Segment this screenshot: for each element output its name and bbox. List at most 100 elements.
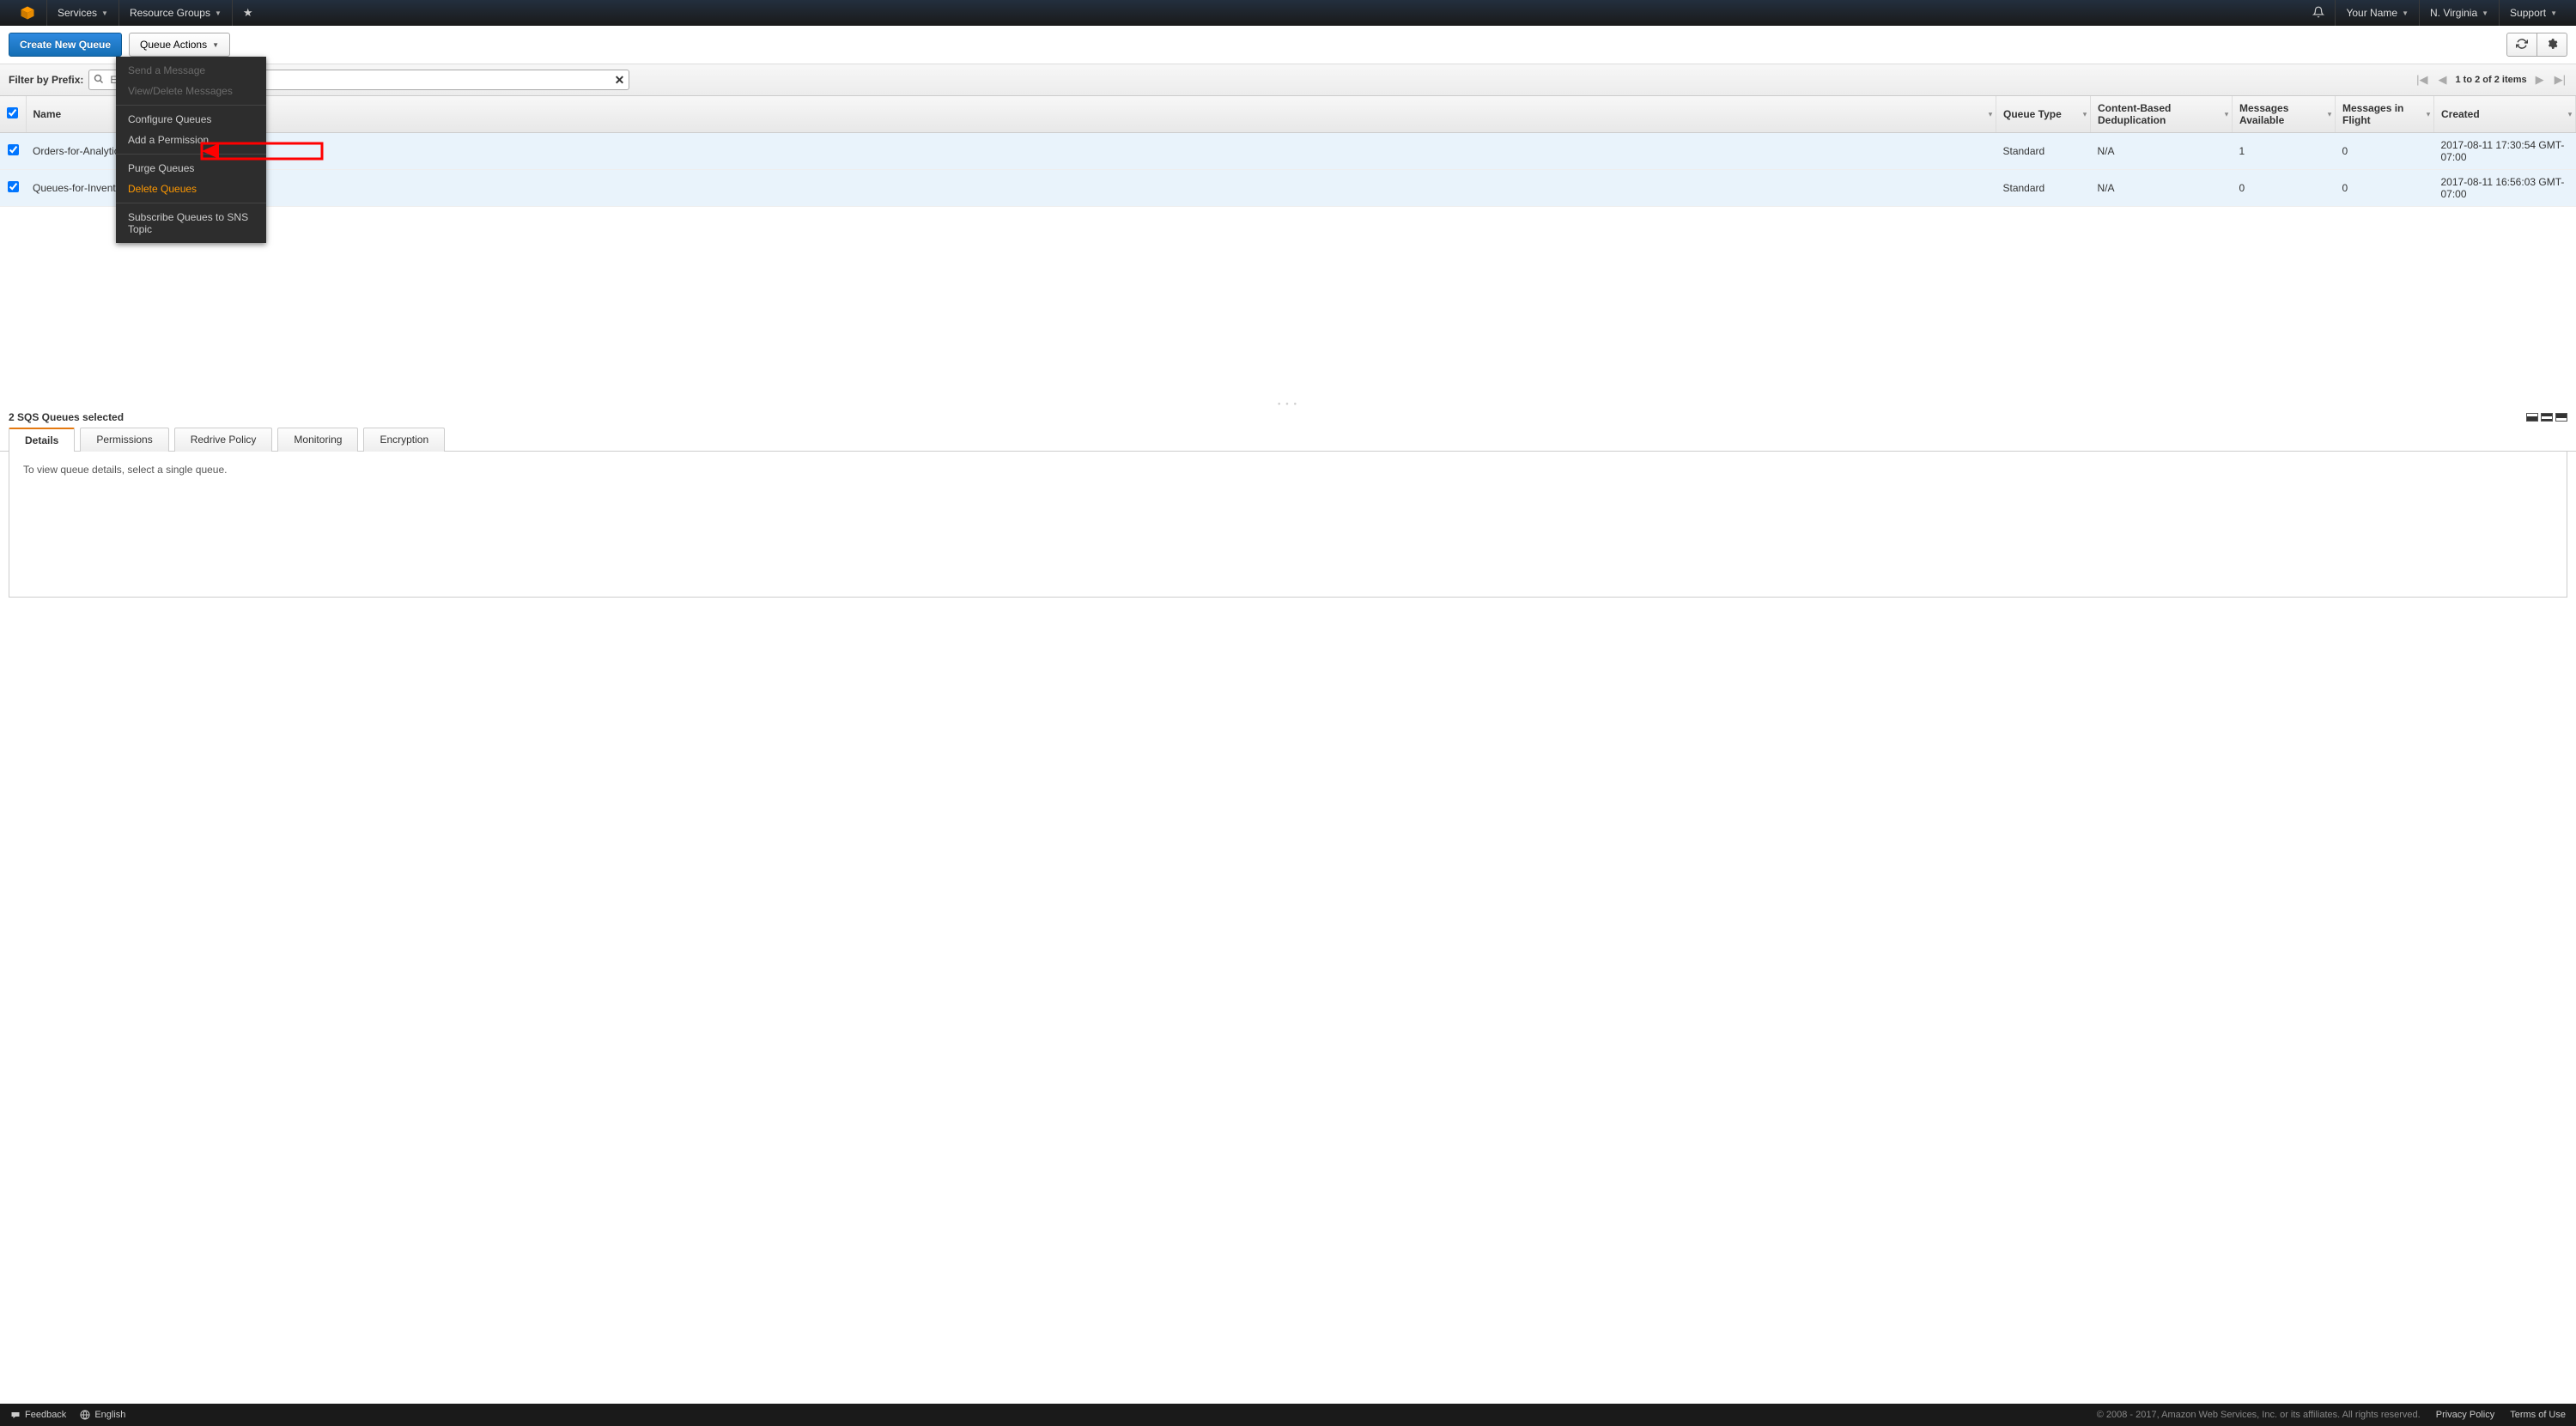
menu-delete-queues[interactable]: Delete Queues bbox=[116, 179, 266, 199]
menu-separator bbox=[116, 105, 266, 106]
refresh-icon bbox=[2516, 38, 2528, 52]
pager-text: 1 to 2 of 2 items bbox=[2455, 75, 2526, 85]
settings-button[interactable] bbox=[2537, 33, 2567, 57]
nav-region[interactable]: N. Virginia ▼ bbox=[2419, 0, 2499, 26]
col-msgs-flight[interactable]: Messages in Flight▾ bbox=[2336, 96, 2434, 133]
menu-view-delete-messages: View/Delete Messages bbox=[116, 81, 266, 101]
tab-monitoring[interactable]: Monitoring bbox=[277, 428, 358, 452]
cell-created: 2017-08-11 17:30:54 GMT-07:00 bbox=[2434, 133, 2576, 170]
globe-icon bbox=[80, 1410, 90, 1420]
col-name[interactable]: Name▾ bbox=[26, 96, 1996, 133]
bell-icon bbox=[2312, 6, 2324, 21]
menu-purge-queues[interactable]: Purge Queues bbox=[116, 158, 266, 179]
nav-resource-groups[interactable]: Resource Groups ▼ bbox=[118, 0, 232, 26]
row-checkbox[interactable] bbox=[8, 181, 19, 192]
cell-cbd: N/A bbox=[2091, 170, 2233, 207]
footer-language[interactable]: English bbox=[80, 1410, 125, 1420]
menu-send-message: Send a Message bbox=[116, 60, 266, 81]
pager-prev[interactable]: ◀ bbox=[2436, 73, 2448, 87]
tab-encryption[interactable]: Encryption bbox=[363, 428, 445, 452]
nav-label: Support bbox=[2510, 7, 2546, 19]
button-label: Queue Actions bbox=[140, 39, 207, 51]
chevron-down-icon: ▼ bbox=[2482, 9, 2488, 17]
detail-message: To view queue details, select a single q… bbox=[23, 464, 228, 476]
pager-last[interactable]: ▶| bbox=[2553, 73, 2567, 87]
cell-name: Queues-for-Inventory bbox=[26, 170, 1996, 207]
tab-permissions[interactable]: Permissions bbox=[80, 428, 168, 452]
row-checkbox[interactable] bbox=[8, 144, 19, 155]
cell-avail: 0 bbox=[2233, 170, 2336, 207]
footer-privacy[interactable]: Privacy Policy bbox=[2436, 1410, 2494, 1420]
chevron-down-icon: ▼ bbox=[2550, 9, 2557, 17]
pager-next[interactable]: ▶ bbox=[2534, 73, 2546, 87]
chevron-down-icon: ▼ bbox=[2402, 9, 2409, 17]
selection-summary: 2 SQS Queues selected bbox=[9, 411, 124, 423]
cell-name: Orders-for-Analytics bbox=[26, 133, 1996, 170]
cell-flight: 0 bbox=[2336, 133, 2434, 170]
select-all-checkbox[interactable] bbox=[7, 107, 18, 118]
footer: Feedback English © 2008 - 2017, Amazon W… bbox=[0, 1404, 2576, 1426]
nav-label: Your Name bbox=[2346, 7, 2397, 19]
col-select-all bbox=[0, 96, 26, 133]
nav-label: Services bbox=[58, 7, 97, 19]
col-queue-type[interactable]: Queue Type▾ bbox=[1996, 96, 2091, 133]
nav-notifications[interactable] bbox=[2302, 0, 2335, 26]
table-row[interactable]: Orders-for-AnalyticsStandardN/A102017-08… bbox=[0, 133, 2576, 170]
col-msgs-avail[interactable]: Messages Available▾ bbox=[2233, 96, 2336, 133]
aws-logo[interactable] bbox=[9, 0, 46, 26]
global-nav: Services ▼ Resource Groups ▼ ★ Your Name… bbox=[0, 0, 2576, 26]
menu-add-permission[interactable]: Add a Permission bbox=[116, 130, 266, 150]
chevron-down-icon: ▼ bbox=[215, 9, 222, 17]
col-created[interactable]: Created▾ bbox=[2434, 96, 2576, 133]
cell-avail: 1 bbox=[2233, 133, 2336, 170]
menu-subscribe-sns[interactable]: Subscribe Queues to SNS Topic bbox=[116, 207, 266, 240]
clear-filter-button[interactable]: ✕ bbox=[615, 73, 625, 88]
menu-separator bbox=[116, 154, 266, 155]
button-label: Create New Queue bbox=[20, 39, 111, 51]
filter-bar: Filter by Prefix: ✕ |◀ ◀ 1 to 2 of 2 ite… bbox=[0, 64, 2576, 96]
tab-details[interactable]: Details bbox=[9, 428, 75, 452]
nav-label: Resource Groups bbox=[130, 7, 210, 19]
footer-terms[interactable]: Terms of Use bbox=[2510, 1410, 2566, 1420]
nav-pin[interactable]: ★ bbox=[232, 0, 264, 26]
gear-icon bbox=[2546, 38, 2558, 52]
cell-cbd: N/A bbox=[2091, 133, 2233, 170]
pager-first[interactable]: |◀ bbox=[2415, 73, 2429, 87]
cell-queue-type: Standard bbox=[1996, 133, 2091, 170]
create-queue-button[interactable]: Create New Queue bbox=[9, 33, 122, 57]
nav-services[interactable]: Services ▼ bbox=[46, 0, 118, 26]
refresh-button[interactable] bbox=[2506, 33, 2537, 57]
chevron-down-icon: ▼ bbox=[212, 41, 219, 49]
queues-table: Name▾ Queue Type▾ Content-Based Deduplic… bbox=[0, 96, 2576, 207]
sort-icon: ▾ bbox=[2083, 111, 2087, 118]
footer-feedback[interactable]: Feedback bbox=[10, 1410, 66, 1420]
sort-icon: ▾ bbox=[2328, 111, 2331, 118]
action-bar: Create New Queue Queue Actions ▼ Send a … bbox=[0, 26, 2576, 64]
speech-icon bbox=[10, 1410, 21, 1420]
tab-redrive[interactable]: Redrive Policy bbox=[174, 428, 273, 452]
panel-splitter[interactable]: ● ● ● bbox=[0, 401, 2576, 408]
table-row[interactable]: Queues-for-InventoryStandardN/A002017-08… bbox=[0, 170, 2576, 207]
nav-label: N. Virginia bbox=[2430, 7, 2477, 19]
sort-icon: ▾ bbox=[2568, 111, 2572, 118]
col-cbd[interactable]: Content-Based Deduplication▾ bbox=[2091, 96, 2233, 133]
layout-switcher bbox=[2526, 413, 2567, 422]
queue-actions-menu: Send a Message View/Delete Messages Conf… bbox=[116, 57, 266, 243]
detail-body: To view queue details, select a single q… bbox=[9, 452, 2567, 598]
nav-account[interactable]: Your Name ▼ bbox=[2335, 0, 2419, 26]
pager: |◀ ◀ 1 to 2 of 2 items ▶ ▶| bbox=[2415, 73, 2567, 87]
layout-bottom[interactable] bbox=[2555, 413, 2567, 422]
layout-top[interactable] bbox=[2526, 413, 2538, 422]
sort-icon: ▾ bbox=[2427, 111, 2430, 118]
cell-queue-type: Standard bbox=[1996, 170, 2091, 207]
global-nav-right: Your Name ▼ N. Virginia ▼ Support ▼ bbox=[2302, 0, 2567, 26]
nav-support[interactable]: Support ▼ bbox=[2499, 0, 2567, 26]
menu-configure-queues[interactable]: Configure Queues bbox=[116, 109, 266, 130]
footer-copyright: © 2008 - 2017, Amazon Web Services, Inc.… bbox=[2097, 1410, 2421, 1420]
queue-actions-button[interactable]: Queue Actions ▼ bbox=[129, 33, 230, 57]
cube-icon bbox=[19, 4, 36, 21]
layout-split[interactable] bbox=[2541, 413, 2553, 422]
cell-created: 2017-08-11 16:56:03 GMT-07:00 bbox=[2434, 170, 2576, 207]
table-scroll[interactable]: Name▾ Queue Type▾ Content-Based Deduplic… bbox=[0, 96, 2576, 401]
cell-flight: 0 bbox=[2336, 170, 2434, 207]
